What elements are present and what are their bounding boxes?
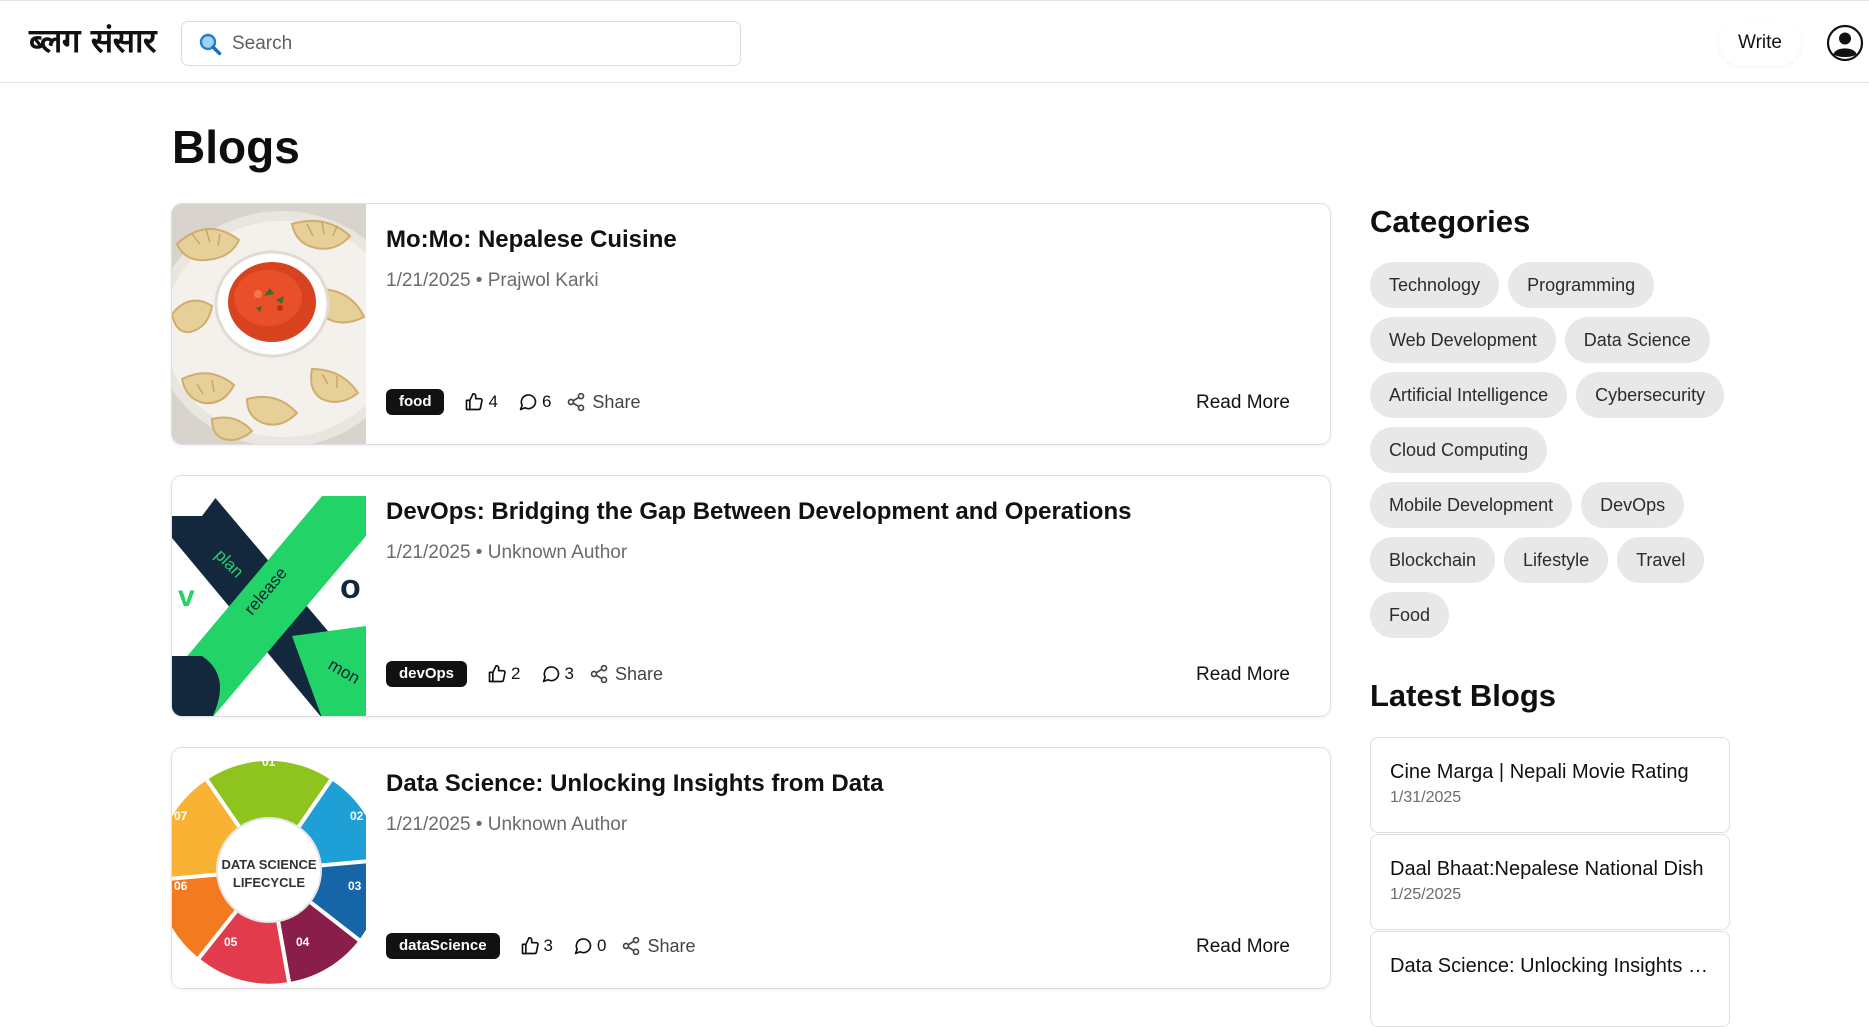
lifecycle-title-line1: DATA SCIENCE (221, 857, 316, 872)
post-tag[interactable]: dataScience (386, 933, 500, 959)
like-button[interactable]: 3 (520, 936, 553, 956)
post-meta: 1/21/2025 • Prajwol Karki (386, 270, 599, 291)
read-more-link[interactable]: Read More (1196, 390, 1290, 416)
comment-icon (542, 666, 559, 683)
category-chip-mobile-development[interactable]: Mobile Development (1370, 482, 1573, 528)
like-count: 3 (543, 936, 554, 955)
blog-card[interactable]: Mo:Mo: Nepalese Cuisine 1/21/2025 • Praj… (171, 203, 1331, 445)
category-chip-web-development[interactable]: Web Development (1370, 317, 1556, 363)
share-icon (590, 664, 608, 684)
share-label: Share (592, 391, 641, 412)
blog-card[interactable]: DATA SCIENCE LIFECYCLE 01 02 03 04 05 06… (171, 747, 1331, 989)
step-01-number: 01 (262, 755, 276, 769)
category-chip-cloud-computing[interactable]: Cloud Computing (1370, 427, 1548, 473)
like-count: 4 (488, 392, 498, 411)
share-icon (568, 392, 585, 412)
post-meta: 1/21/2025 • Unknown Author (386, 814, 628, 835)
search-input[interactable] (232, 30, 727, 58)
thumbs-up-icon (466, 392, 484, 411)
latest-blog-date: 1/31/2025 (1390, 789, 1462, 806)
post-tag[interactable]: food (386, 389, 445, 415)
post-meta: 1/21/2025 • Unknown Author (386, 542, 628, 563)
category-chip-data-science[interactable]: Data Science (1564, 317, 1710, 363)
categories-heading: Categories (1370, 204, 1531, 239)
post-title[interactable]: Data Science: Unlocking Insights from Da… (386, 768, 883, 800)
category-list: Technology Programming Web Development D… (1370, 262, 1750, 638)
latest-blog-item[interactable]: Daal Bhaat:Nepalese National Dish 1/25/2… (1370, 834, 1730, 930)
search-icon (199, 33, 222, 56)
category-chip-lifestyle[interactable]: Lifestyle (1504, 537, 1609, 583)
latest-blog-title: Data Science: Unlocking Insights from Da… (1390, 955, 1712, 977)
comment-button[interactable]: 3 (541, 664, 574, 684)
post-actions: food 4 6 Share (386, 388, 640, 416)
share-button[interactable]: Share (566, 392, 640, 413)
like-button[interactable]: 2 (487, 664, 521, 684)
latest-blog-item[interactable]: Data Science: Unlocking Insights from Da… (1370, 931, 1730, 1027)
like-count: 2 (511, 664, 521, 683)
comment-icon (519, 394, 537, 411)
category-chip-technology[interactable]: Technology (1370, 262, 1500, 308)
step-04-number: 04 (296, 935, 310, 949)
share-button[interactable]: Share (621, 935, 696, 957)
step-02-number: 02 (350, 809, 364, 823)
write-button[interactable]: Write (1719, 20, 1801, 66)
latest-blog-item[interactable]: Cine Marga | Nepali Movie Rating 1/31/20… (1370, 737, 1730, 833)
category-chip-cybersecurity[interactable]: Cybersecurity (1576, 372, 1725, 418)
category-chip-travel[interactable]: Travel (1617, 537, 1705, 583)
post-actions: devOps 2 3 Share (386, 660, 663, 688)
step-06-number: 06 (174, 879, 188, 893)
category-chip-devops[interactable]: DevOps (1581, 482, 1685, 528)
data-science-thumbnail[interactable]: DATA SCIENCE LIFECYCLE 01 02 03 04 05 06… (172, 748, 366, 988)
step-07-number: 07 (174, 809, 188, 823)
step-03-number: 03 (348, 879, 362, 893)
latest-blog-title: Cine Marga | Nepali Movie Rating (1390, 761, 1689, 783)
share-button[interactable]: Share (589, 664, 663, 685)
comment-icon (574, 938, 592, 955)
comment-count: 6 (541, 392, 552, 411)
latest-blog-title: Daal Bhaat:Nepalese National Dish (1390, 858, 1704, 880)
read-more-link[interactable]: Read More (1196, 662, 1290, 688)
blog-card[interactable]: v o plan release mon DevOps: Bridging th… (171, 475, 1331, 717)
user-avatar-icon[interactable] (1826, 24, 1864, 62)
post-actions: dataScience 3 0 Share (386, 932, 696, 960)
site-logo[interactable]: ब्लग संसार (29, 21, 157, 61)
post-title[interactable]: Mo:Mo: Nepalese Cuisine (386, 224, 677, 256)
latest-blog-date: 1/25/2025 (1390, 886, 1462, 903)
step-05-number: 05 (224, 935, 238, 949)
lifecycle-title-line2: LIFECYCLE (233, 875, 306, 890)
like-button[interactable]: 4 (464, 392, 498, 412)
comment-count: 3 (564, 664, 574, 683)
category-chip-blockchain[interactable]: Blockchain (1370, 537, 1496, 583)
category-chip-programming[interactable]: Programming (1508, 262, 1655, 308)
post-title[interactable]: DevOps: Bridging the Gap Between Develop… (386, 496, 1131, 528)
devops-thumbnail[interactable]: v o plan release mon (172, 476, 366, 716)
comment-button[interactable]: 0 (573, 936, 606, 956)
top-navbar: ब्लग संसार Write (0, 0, 1869, 83)
post-tag[interactable]: devOps (386, 661, 468, 687)
comment-button[interactable]: 6 (518, 392, 551, 412)
comment-count: 0 (597, 936, 607, 955)
search-box[interactable] (181, 21, 741, 66)
read-more-link[interactable]: Read More (1196, 934, 1290, 960)
momo-thumbnail[interactable] (172, 204, 366, 444)
devops-left-letter: v (178, 580, 195, 613)
share-icon (623, 936, 640, 956)
thumbs-up-icon (488, 664, 506, 683)
thumbs-up-icon (521, 936, 539, 955)
category-chip-food[interactable]: Food (1370, 592, 1450, 638)
devops-right-letter: o (340, 568, 361, 606)
share-label: Share (614, 663, 664, 684)
share-label: Share (647, 935, 696, 956)
page-title: Blogs (172, 121, 300, 173)
latest-blogs-heading: Latest Blogs (1370, 678, 1557, 713)
category-chip-artificial-intelligence[interactable]: Artificial Intelligence (1370, 372, 1568, 418)
